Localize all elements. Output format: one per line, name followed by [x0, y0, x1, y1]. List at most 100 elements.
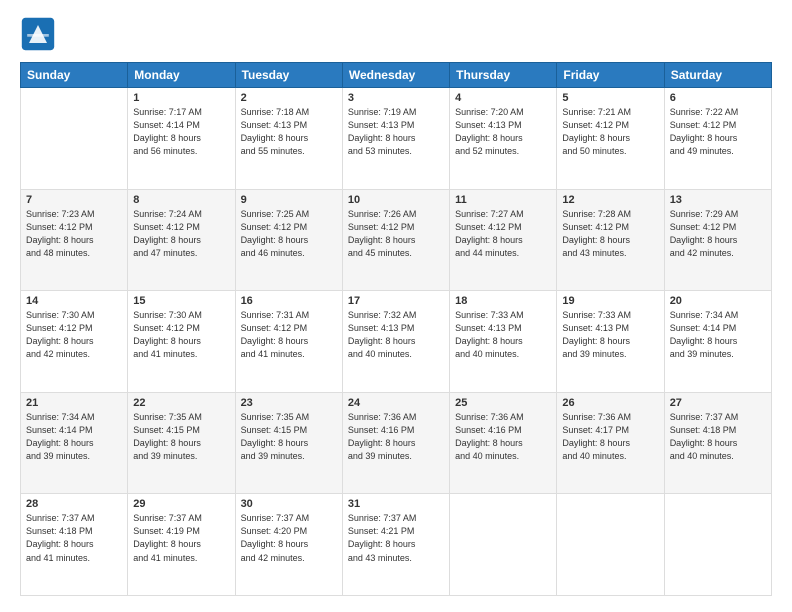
calendar-cell: 8 Sunrise: 7:24 AM Sunset: 4:12 PM Daylig…	[128, 189, 235, 291]
calendar-cell: 6Sunrise: 7:22 AM Sunset: 4:12 PM Daylig…	[664, 88, 771, 190]
calendar-cell: 29 Sunrise: 7:37 AM Sunset: 4:19 PM Dayli…	[128, 494, 235, 596]
calendar-cell: 26 Sunrise: 7:36 AM Sunset: 4:17 PM Dayli…	[557, 392, 664, 494]
day-info: Sunrise: 7:36 AM Sunset: 4:16 PM Dayligh…	[348, 411, 444, 463]
day-number: 1	[133, 92, 229, 104]
calendar-cell: 22Sunrise: 7:35 AM Sunset: 4:15 PM Dayli…	[128, 392, 235, 494]
calendar-cell: 30 Sunrise: 7:37 AM Sunset: 4:20 PM Dayli…	[235, 494, 342, 596]
header	[20, 16, 772, 52]
calendar-cell: 16 Sunrise: 7:31 AM Sunset: 4:12 PM Dayli…	[235, 291, 342, 393]
weekday-header: Tuesday	[235, 63, 342, 88]
calendar-cell: 23 Sunrise: 7:35 AM Sunset: 4:15 PM Dayli…	[235, 392, 342, 494]
day-number: 21	[26, 397, 122, 409]
weekday-header: Sunday	[21, 63, 128, 88]
day-info: Sunrise: 7:34 AM Sunset: 4:14 PM Dayligh…	[670, 309, 766, 361]
day-info: Sunrise: 7:25 AM Sunset: 4:12 PM Dayligh…	[241, 208, 337, 260]
calendar-cell: 31Sunrise: 7:37 AM Sunset: 4:21 PM Dayli…	[342, 494, 449, 596]
day-number: 24	[348, 397, 444, 409]
day-number: 16	[241, 295, 337, 307]
calendar-cell: 5 Sunrise: 7:21 AM Sunset: 4:12 PM Daylig…	[557, 88, 664, 190]
day-info: Sunrise: 7:33 AM Sunset: 4:13 PM Dayligh…	[562, 309, 658, 361]
calendar-cell: 20 Sunrise: 7:34 AM Sunset: 4:14 PM Dayli…	[664, 291, 771, 393]
calendar-cell: 1 Sunrise: 7:17 AM Sunset: 4:14 PM Daylig…	[128, 88, 235, 190]
calendar-cell: 10 Sunrise: 7:26 AM Sunset: 4:12 PM Dayli…	[342, 189, 449, 291]
day-number: 23	[241, 397, 337, 409]
calendar-cell: 18 Sunrise: 7:33 AM Sunset: 4:13 PM Dayli…	[450, 291, 557, 393]
day-number: 9	[241, 194, 337, 206]
day-number: 4	[455, 92, 551, 104]
day-number: 8	[133, 194, 229, 206]
calendar-cell: 13 Sunrise: 7:29 AM Sunset: 4:12 PM Dayli…	[664, 189, 771, 291]
day-info: Sunrise: 7:26 AM Sunset: 4:12 PM Dayligh…	[348, 208, 444, 260]
day-number: 6	[670, 92, 766, 104]
day-info: Sunrise: 7:35 AM Sunset: 4:15 PM Dayligh…	[133, 411, 229, 463]
day-info: Sunrise: 7:37 AM Sunset: 4:19 PM Dayligh…	[133, 512, 229, 564]
calendar-cell	[664, 494, 771, 596]
day-info: Sunrise: 7:27 AM Sunset: 4:12 PM Dayligh…	[455, 208, 551, 260]
calendar-cell	[557, 494, 664, 596]
calendar-cell	[21, 88, 128, 190]
day-number: 13	[670, 194, 766, 206]
calendar-cell: 7 Sunrise: 7:23 AM Sunset: 4:12 PM Daylig…	[21, 189, 128, 291]
day-info: Sunrise: 7:35 AM Sunset: 4:15 PM Dayligh…	[241, 411, 337, 463]
day-info: Sunrise: 7:20 AM Sunset: 4:13 PM Dayligh…	[455, 106, 551, 158]
calendar-cell: 27 Sunrise: 7:37 AM Sunset: 4:18 PM Dayli…	[664, 392, 771, 494]
weekday-header: Friday	[557, 63, 664, 88]
calendar-cell: 4 Sunrise: 7:20 AM Sunset: 4:13 PM Daylig…	[450, 88, 557, 190]
day-info: Sunrise: 7:17 AM Sunset: 4:14 PM Dayligh…	[133, 106, 229, 158]
day-info: Sunrise: 7:29 AM Sunset: 4:12 PM Dayligh…	[670, 208, 766, 260]
day-number: 19	[562, 295, 658, 307]
weekday-header: Thursday	[450, 63, 557, 88]
day-number: 2	[241, 92, 337, 104]
day-number: 27	[670, 397, 766, 409]
day-info: Sunrise: 7:34 AM Sunset: 4:14 PM Dayligh…	[26, 411, 122, 463]
day-number: 10	[348, 194, 444, 206]
day-info: Sunrise: 7:31 AM Sunset: 4:12 PM Dayligh…	[241, 309, 337, 361]
calendar-cell: 25 Sunrise: 7:36 AM Sunset: 4:16 PM Dayli…	[450, 392, 557, 494]
day-info: Sunrise: 7:28 AM Sunset: 4:12 PM Dayligh…	[562, 208, 658, 260]
day-number: 14	[26, 295, 122, 307]
day-number: 3	[348, 92, 444, 104]
weekday-header: Wednesday	[342, 63, 449, 88]
day-info: Sunrise: 7:24 AM Sunset: 4:12 PM Dayligh…	[133, 208, 229, 260]
day-info: Sunrise: 7:37 AM Sunset: 4:20 PM Dayligh…	[241, 512, 337, 564]
day-number: 25	[455, 397, 551, 409]
day-number: 28	[26, 498, 122, 510]
logo-icon	[20, 16, 56, 52]
calendar-cell: 19 Sunrise: 7:33 AM Sunset: 4:13 PM Dayli…	[557, 291, 664, 393]
day-info: Sunrise: 7:37 AM Sunset: 4:18 PM Dayligh…	[670, 411, 766, 463]
day-number: 29	[133, 498, 229, 510]
calendar-cell: 11 Sunrise: 7:27 AM Sunset: 4:12 PM Dayli…	[450, 189, 557, 291]
day-info: Sunrise: 7:23 AM Sunset: 4:12 PM Dayligh…	[26, 208, 122, 260]
day-info: Sunrise: 7:37 AM Sunset: 4:21 PM Dayligh…	[348, 512, 444, 564]
day-info: Sunrise: 7:30 AM Sunset: 4:12 PM Dayligh…	[133, 309, 229, 361]
day-number: 26	[562, 397, 658, 409]
calendar-cell: 28 Sunrise: 7:37 AM Sunset: 4:18 PM Dayli…	[21, 494, 128, 596]
day-info: Sunrise: 7:18 AM Sunset: 4:13 PM Dayligh…	[241, 106, 337, 158]
day-number: 20	[670, 295, 766, 307]
day-info: Sunrise: 7:36 AM Sunset: 4:16 PM Dayligh…	[455, 411, 551, 463]
calendar-cell: 17 Sunrise: 7:32 AM Sunset: 4:13 PM Dayli…	[342, 291, 449, 393]
day-info: Sunrise: 7:33 AM Sunset: 4:13 PM Dayligh…	[455, 309, 551, 361]
day-info: Sunrise: 7:32 AM Sunset: 4:13 PM Dayligh…	[348, 309, 444, 361]
day-number: 17	[348, 295, 444, 307]
calendar-table: SundayMondayTuesdayWednesdayThursdayFrid…	[20, 62, 772, 596]
calendar-cell: 14Sunrise: 7:30 AM Sunset: 4:12 PM Dayli…	[21, 291, 128, 393]
day-info: Sunrise: 7:19 AM Sunset: 4:13 PM Dayligh…	[348, 106, 444, 158]
calendar-cell: 9 Sunrise: 7:25 AM Sunset: 4:12 PM Daylig…	[235, 189, 342, 291]
calendar-cell: 12Sunrise: 7:28 AM Sunset: 4:12 PM Dayli…	[557, 189, 664, 291]
calendar-cell: 15 Sunrise: 7:30 AM Sunset: 4:12 PM Dayli…	[128, 291, 235, 393]
day-info: Sunrise: 7:36 AM Sunset: 4:17 PM Dayligh…	[562, 411, 658, 463]
logo	[20, 16, 62, 52]
day-number: 15	[133, 295, 229, 307]
day-number: 11	[455, 194, 551, 206]
page: SundayMondayTuesdayWednesdayThursdayFrid…	[0, 0, 792, 612]
calendar-cell: 3 Sunrise: 7:19 AM Sunset: 4:13 PM Daylig…	[342, 88, 449, 190]
day-info: Sunrise: 7:21 AM Sunset: 4:12 PM Dayligh…	[562, 106, 658, 158]
weekday-header: Monday	[128, 63, 235, 88]
day-info: Sunrise: 7:37 AM Sunset: 4:18 PM Dayligh…	[26, 512, 122, 564]
day-number: 30	[241, 498, 337, 510]
calendar-cell	[450, 494, 557, 596]
day-number: 7	[26, 194, 122, 206]
day-number: 5	[562, 92, 658, 104]
day-number: 18	[455, 295, 551, 307]
